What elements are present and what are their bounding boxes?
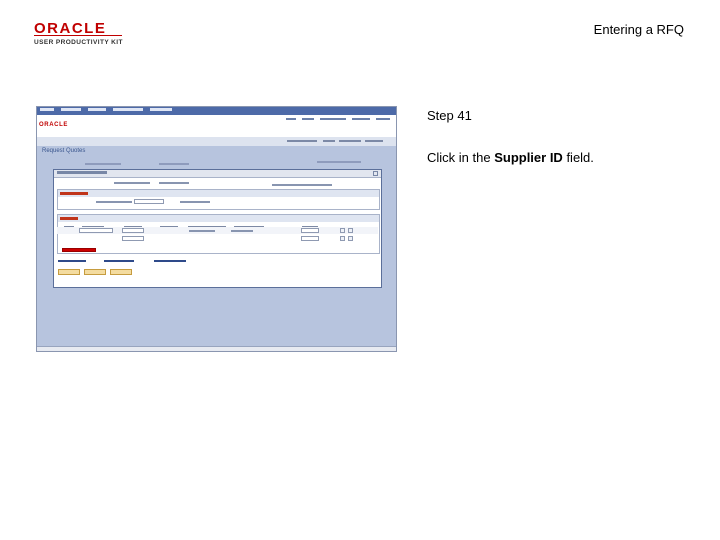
supplier-group-box [57,189,380,210]
suppliers-grid [57,214,380,254]
instruction-suffix: field. [562,150,594,165]
logo-subtitle: USER PRODUCTIVITY KIT [34,39,123,46]
supplier-row-2 [57,235,378,242]
supplier-id-row-1[interactable] [79,228,113,233]
instruction-prefix: Click in the [427,150,495,165]
app-toolbar [37,137,396,146]
refresh-button[interactable] [110,269,132,275]
step-number: Step 41 [427,108,472,123]
supplier-details-link[interactable] [104,260,134,262]
instruction-text: Click in the Supplier ID field. [427,150,594,165]
add-row-button-2[interactable] [340,236,345,241]
horizontal-scrollbar[interactable] [37,346,396,351]
application-screenshot: ORACLE Request Quotes [36,106,397,352]
supplier-group-link[interactable] [154,260,186,262]
location-row-2[interactable] [122,236,144,241]
ok-button[interactable] [58,269,80,275]
dialog-titlebar [54,170,381,178]
method-select-row-1[interactable] [301,228,319,233]
app-page-title: Request Quotes [42,148,86,154]
logo-rule [34,35,122,36]
rfq-group-input[interactable] [134,199,164,204]
instruction-field-name: Supplier ID [494,150,563,165]
delete-row-button-2[interactable] [348,236,353,241]
location-row-1[interactable] [122,228,144,233]
cancel-button[interactable] [84,269,106,275]
oracle-upk-logo: ORACLE USER PRODUCTIVITY KIT [34,20,129,48]
app-menubar [37,107,396,115]
close-icon[interactable] [373,171,378,176]
method-select-row-2[interactable] [301,236,319,241]
slide-title: Entering a RFQ [593,22,684,37]
supplier-id-input[interactable] [62,248,96,252]
lookup-link[interactable] [58,260,86,262]
oracle-logo-wordmark: ORACLE [34,20,107,37]
delete-row-button[interactable] [348,228,353,233]
app-oracle-logo: ORACLE [39,122,68,128]
supplier-list-dialog [53,169,382,288]
app-header: ORACLE [37,115,396,137]
add-row-button[interactable] [340,228,345,233]
